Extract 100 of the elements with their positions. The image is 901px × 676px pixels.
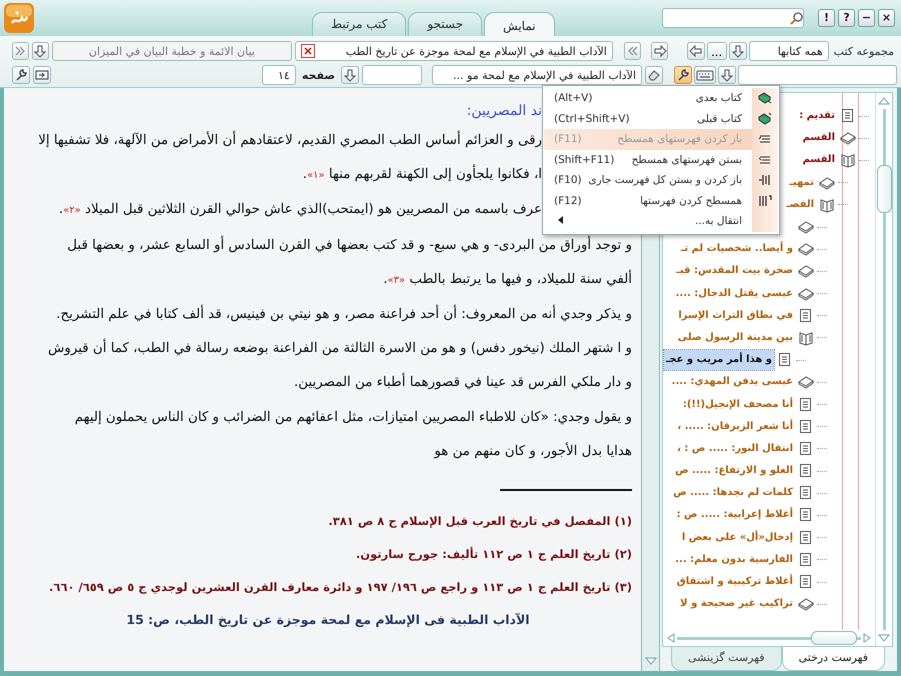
tab[interactable]: فهرست درختی	[782, 647, 885, 671]
footnote: (٢) تاريخ العلم ج ١ ص ١١٢ تأليف: جورج سارتون.	[354, 546, 632, 564]
tree-item[interactable]: تمهيـ	[787, 172, 816, 193]
scrollbar-thumb[interactable]	[876, 165, 892, 213]
keyboard-button[interactable]	[694, 66, 716, 84]
page-field[interactable]: ١٤	[262, 65, 296, 85]
tab[interactable]: فهرست گزینشی	[670, 647, 782, 671]
window-button[interactable]: ?	[838, 9, 855, 27]
arrow-down-button[interactable]	[718, 66, 736, 84]
open-book-icon	[819, 196, 835, 213]
tree-item[interactable]: أغلاط تركيبية و اشتقاق	[674, 572, 795, 592]
tab[interactable]: کتب مرتبط	[312, 12, 406, 36]
scroll-right-icon[interactable]	[863, 633, 871, 643]
tree-item[interactable]: و أيضا.. شخصيات لم تـ	[678, 239, 795, 260]
tree-item[interactable]: و هذا أمر مريب و عجـ	[664, 350, 774, 370]
page-icon	[798, 485, 814, 502]
page-icon	[798, 530, 814, 546]
tree-item[interactable]: أنا مصحف الإنجيل(!!):	[680, 394, 795, 415]
text-line: رقى و العزائم أساس الطب المصري القديم، لاعتقادهم أن الأمراض من الآلهة، فلا تشفيها إلا	[38, 124, 542, 158]
arrow-down-button[interactable]	[341, 66, 359, 84]
bars-icon	[757, 192, 773, 209]
wrench-button[interactable]	[674, 66, 692, 84]
text-line: و ا شتهر الملك (نيخور دفس) و هو من الاسرة الثالثة من الفراعنة بوضعه رسالة في الطب، كما أن قيروش	[48, 332, 632, 366]
menu-item[interactable]: انتقال به...	[544, 211, 778, 232]
book-dropdown[interactable]: الآداب الطبية في الإسلام مع لمحة مو ...	[432, 65, 642, 85]
tree-item[interactable]: تراكيب غير صحيحة و لا	[678, 594, 795, 614]
book-tab[interactable]: بيان الائمة و خطبة البيان في الميزان	[52, 41, 292, 61]
collection-dropdown[interactable]: همه کتابها	[748, 41, 829, 61]
text-line: و يذكر وجدي أنه من المعروف: أن أحد فراعنة مصر، و هو نيتي بن فينيس، قد ألف كتابا في علم التشريح.	[56, 298, 632, 332]
tree-item[interactable]: أغلاط إعرابية: ..... ص :	[674, 505, 795, 526]
double-chevron-button[interactable]	[624, 42, 642, 60]
book-icon	[757, 110, 773, 127]
page-icon	[798, 440, 814, 457]
search-field[interactable]	[738, 65, 897, 85]
tree-item[interactable]: الغلو و الارتفاع: ..... ص	[673, 461, 795, 482]
tab-arrow-button[interactable]	[33, 66, 51, 84]
search-field[interactable]	[662, 8, 804, 28]
book-tab[interactable]: الآداب الطبية في الإسلام مع لمحة موجزة عن تاريخ الطب	[294, 41, 613, 61]
double-chevron-button[interactable]	[12, 42, 29, 60]
arrow-down-button[interactable]	[32, 42, 49, 60]
scroll-down-icon[interactable]	[644, 657, 656, 665]
window-button[interactable]: −	[858, 9, 875, 27]
input-field[interactable]	[362, 65, 422, 85]
page-icon	[777, 352, 793, 368]
scroll-down-icon[interactable]	[878, 634, 890, 642]
page-icon	[798, 507, 814, 524]
section-heading: ند المصريين:	[466, 102, 542, 121]
tree-item[interactable]: الفارسية بدون معلم: ...	[673, 550, 795, 570]
tree-item[interactable]: عيسى يدفن المهدي: ....	[670, 372, 795, 392]
window-button[interactable]: !	[818, 9, 835, 27]
tree-item[interactable]: بين مدينة الرسول صلى	[676, 328, 795, 348]
tree-item[interactable]: تقديم :	[797, 106, 837, 126]
page-icon	[798, 418, 814, 435]
arrow-right-button[interactable]	[651, 42, 668, 60]
footnote: (٣) تاريخ العلم ج ١ ص ١١٣ و راجع ص ١٩٦/ ١٩٧ و دائرة معارف القرن العشرين لوجدي ج ٥ ص ٦٥٩/ ٦٦٠.	[48, 579, 632, 596]
tree-item[interactable]: انتقال النور: ..... ص : ،	[675, 438, 795, 459]
page-icon	[840, 108, 856, 124]
text-line: ألفي سنة للميلاد، و فيها ما يرتبط بالطب «٣».	[383, 268, 632, 289]
tree-item[interactable]: عيسى يقتل الدجال: ....	[674, 284, 795, 304]
page-icon	[798, 552, 814, 568]
footnote: (١) المفصل في تاريخ العرب قبل الإسلام ج ٨ ص ٣٨١.	[327, 513, 632, 530]
page-icon	[798, 308, 814, 324]
scroll-left-icon[interactable]	[667, 633, 675, 643]
eraser-icon	[647, 68, 661, 82]
wrench-icon	[676, 68, 690, 82]
tree-item[interactable]: القسم	[800, 150, 837, 170]
more-button[interactable]: ...	[706, 42, 727, 60]
eraser-button[interactable]	[645, 66, 663, 84]
page-icon	[798, 396, 814, 413]
tab[interactable]: جستجو	[408, 12, 482, 36]
arrow-left-button[interactable]	[686, 42, 705, 60]
book-icon	[798, 596, 814, 612]
book-icon	[798, 286, 814, 302]
scroll-up-icon[interactable]	[878, 97, 890, 105]
tree-item[interactable]: في نطاق التراث الإسرا	[676, 306, 795, 326]
tree-item[interactable]: الفصـ	[784, 194, 816, 215]
tree-item[interactable]: القسم	[800, 128, 837, 148]
page-icon	[798, 463, 814, 480]
page-footer: الآداب الطبية فى الإسلام مع لمحة موجزة عن تاريخ الطب، ص: 15	[14, 612, 632, 628]
text-line: و توجد أوراق من البردى- و هي سبع- و قد كتب بعضها في القرن السادس أو السابع عشر، و بعضها قبل	[67, 234, 632, 255]
arrow-down-button[interactable]	[728, 42, 747, 60]
double-chevron-icon	[13, 44, 28, 58]
tree-item[interactable]: صخرة بيت المقدس: قبـ	[674, 261, 795, 282]
tree-item[interactable]: كلمات لم نجدها: ..... ص	[671, 483, 795, 504]
arrow-down-icon	[343, 68, 357, 82]
arrow-down-icon	[720, 68, 734, 82]
double-chevron-icon	[626, 44, 640, 58]
tree-item[interactable]: إدخال«أل» على بعض ا	[680, 528, 795, 548]
tree-item[interactable]: أنا شعر الزبرقان: ..... ،	[675, 416, 795, 437]
text-line: ا، فكانوا يلجأون إلى الكهنة لقربهم منها «١».	[302, 158, 542, 194]
page-label: صفحه	[300, 68, 336, 82]
window-button[interactable]: ×	[878, 9, 895, 27]
scrollbar-thumb[interactable]	[811, 630, 857, 644]
arrow-left-icon	[688, 44, 703, 58]
wrench-button[interactable]	[12, 66, 30, 84]
search-icon	[789, 11, 803, 25]
book-icon	[840, 130, 856, 146]
book-icon	[757, 90, 773, 106]
tab[interactable]: نمایش	[484, 12, 555, 36]
text-line: عرف باسمه من المصريين هو (ايمتحب)الذي عاش حوالي القرن الثلاثين قبل الميلاد «٢».	[58, 201, 542, 220]
